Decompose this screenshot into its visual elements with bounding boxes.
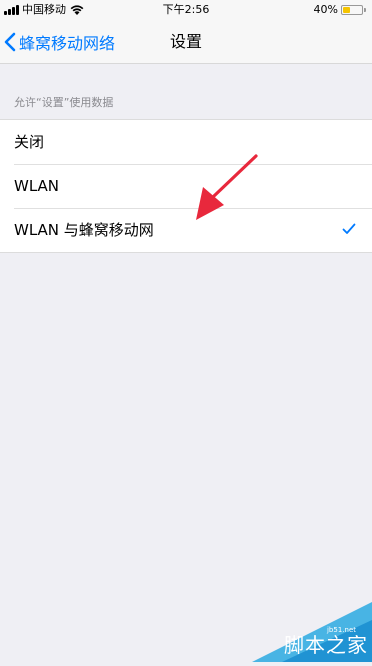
- watermark: jb51.net 脚本之家: [222, 582, 372, 662]
- navigation-bar: 蜂窝移动网络 设置: [0, 20, 372, 64]
- option-label: WLAN: [14, 177, 60, 195]
- battery-tip: [364, 8, 366, 12]
- option-wlan[interactable]: WLAN: [0, 164, 372, 208]
- checkmark-icon: [342, 223, 356, 234]
- battery-fill: [343, 7, 351, 13]
- battery-percentage: 40%: [313, 3, 338, 16]
- watermark-text: 脚本之家: [284, 633, 368, 657]
- option-wlan-cellular[interactable]: WLAN 与蜂窝移动网: [0, 208, 372, 252]
- watermark-url: jb51.net: [326, 626, 356, 634]
- battery-icon: [341, 5, 363, 15]
- section-header: 允许“设置”使用数据: [14, 96, 114, 109]
- option-off[interactable]: 关闭: [0, 120, 372, 164]
- options-group: 关闭 WLAN WLAN 与蜂窝移动网: [0, 119, 372, 253]
- option-label: WLAN 与蜂窝移动网: [14, 221, 154, 239]
- watermark-background-icon: [252, 602, 372, 662]
- page-title: 设置: [169, 32, 202, 51]
- option-label: 关闭: [14, 133, 45, 151]
- status-right: 40%: [314, 0, 366, 20]
- status-bar: 中国移动 下午2:56 40%: [0, 0, 372, 20]
